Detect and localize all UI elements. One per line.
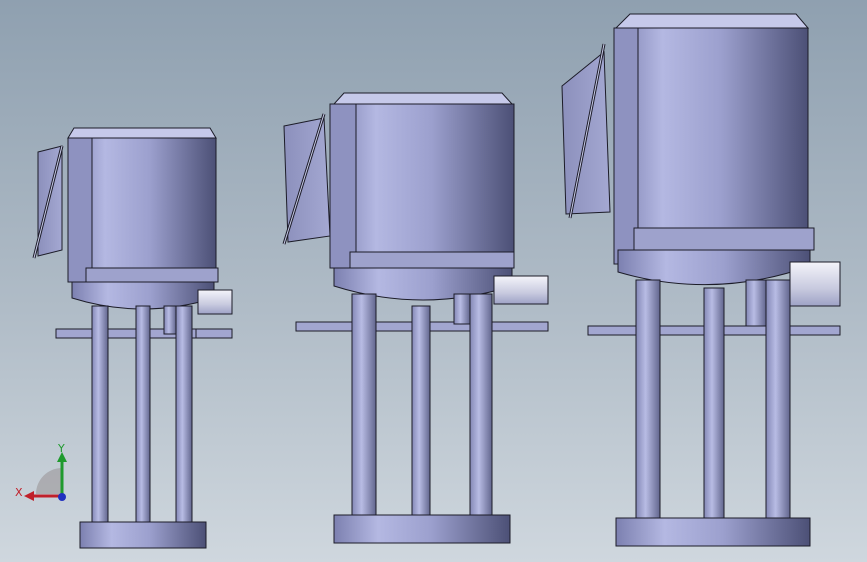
discharge-outlet [493,275,549,305]
support-column [765,279,791,521]
z-axis-dot [58,493,66,501]
support-column [175,305,193,525]
motor-bottom-dome [617,249,811,286]
support-column [703,287,725,521]
support-column [351,293,377,519]
motor-flange [85,267,219,283]
pump-medium[interactable] [282,92,549,544]
motor-bottom-dome [71,281,215,310]
motor-body [329,103,515,255]
pump-base [333,514,511,544]
support-column [411,305,431,519]
support-column [469,293,493,519]
pump-base [79,521,207,549]
motor-top-bevel [332,92,514,105]
support-column [91,305,109,525]
motor-top-bevel [67,127,217,139]
motor-flange [633,227,815,251]
y-axis-label: Y [57,442,65,455]
motor-flange [349,251,515,269]
model-viewport[interactable] [0,0,867,562]
motor-body [613,27,809,251]
discharge-outlet [197,289,233,315]
pump-large[interactable] [561,13,841,547]
motor-top-bevel [614,13,810,29]
x-axis-label: X [15,486,23,499]
triad-plane-shade [36,468,62,494]
support-column [135,305,151,525]
pump-base [615,517,811,547]
discharge-outlet [789,261,841,307]
support-column [635,279,661,521]
reference-triad[interactable]: Y X [12,440,82,510]
